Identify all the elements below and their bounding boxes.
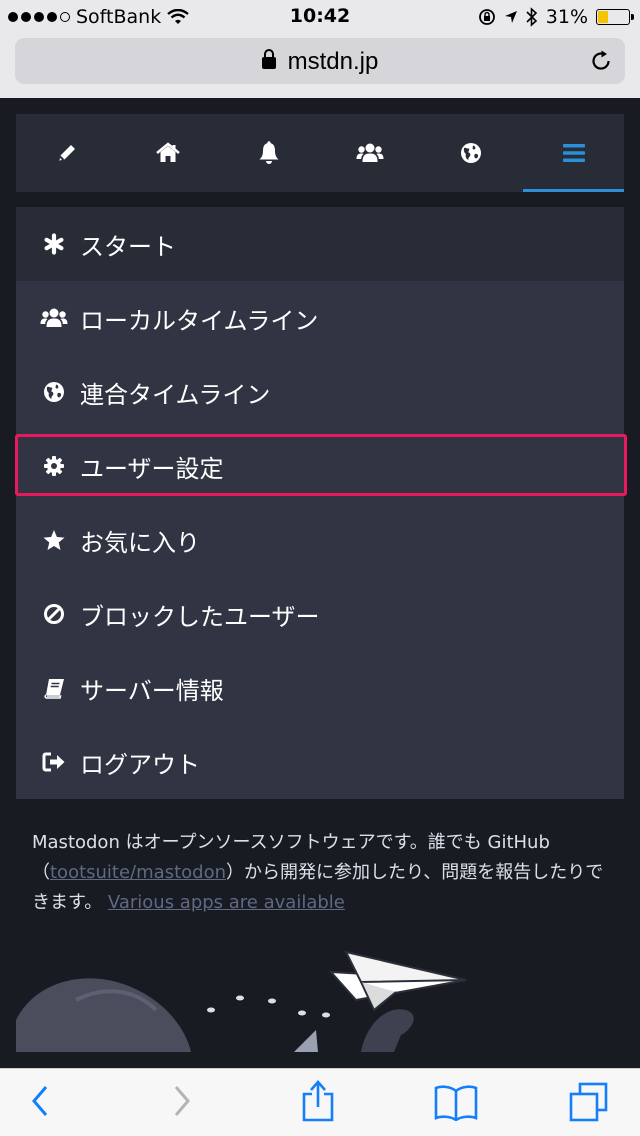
url-text: mstdn.jp (287, 48, 379, 75)
menu-item-label: スタート (80, 232, 176, 261)
menu-item-federated-timeline[interactable]: 連合タイムライン (16, 355, 624, 429)
menu-item-about[interactable]: サーバー情報 (16, 651, 624, 725)
nav-federated[interactable] (420, 114, 521, 192)
pencil-icon (58, 145, 75, 161)
book-icon (40, 674, 68, 702)
star-icon (40, 526, 68, 554)
nav-notifications[interactable] (218, 114, 319, 192)
menu-item-start: スタート (16, 207, 624, 281)
status-right: 31% (478, 6, 634, 28)
rotation-lock-icon (478, 9, 495, 25)
nav-home[interactable] (117, 114, 218, 192)
apps-link[interactable]: Various apps are available (108, 892, 345, 913)
battery-icon (596, 9, 634, 25)
sign-out-icon (40, 748, 68, 776)
globe-icon (40, 378, 68, 406)
url-display[interactable]: mstdn.jp (15, 48, 625, 76)
bars-icon (562, 144, 585, 162)
highlight-box (15, 434, 627, 496)
forward-icon[interactable] (170, 1083, 192, 1119)
location-icon (504, 11, 517, 23)
mastodon-nav (16, 114, 624, 192)
share-icon[interactable] (300, 1079, 336, 1123)
reload-icon[interactable] (589, 49, 613, 73)
bluetooth-icon (526, 7, 537, 27)
menu-item-blocks[interactable]: ブロックしたユーザー (16, 577, 624, 651)
browser-address-area: mstdn.jp (0, 34, 640, 98)
nav-compose[interactable] (16, 114, 117, 192)
getting-started-menu: スタート ローカルタイムライン 連合タイムライン ユーザー設定 お気に入り ブロ… (16, 207, 624, 799)
mascot-illustration (16, 940, 624, 1052)
users-icon (40, 304, 68, 332)
menu-item-favourites[interactable]: お気に入り (16, 503, 624, 577)
back-icon[interactable] (30, 1083, 52, 1119)
users-icon (356, 143, 383, 162)
nav-menu[interactable] (523, 114, 624, 192)
menu-item-logout[interactable]: ログアウト (16, 725, 624, 799)
menu-item-label: 連合タイムライン (80, 380, 271, 409)
menu-item-label: ブロックしたユーザー (80, 602, 320, 631)
tabs-icon[interactable] (568, 1081, 610, 1123)
footer-text: Mastodon はオープンソースソフトウェアです。誰でも GitHub（too… (32, 828, 612, 918)
asterisk-icon (40, 230, 68, 258)
battery-level (598, 11, 608, 23)
address-bar[interactable]: mstdn.jp (15, 38, 625, 84)
menu-item-label: ログアウト (80, 750, 200, 779)
nav-local[interactable] (319, 114, 420, 192)
browser-toolbar (0, 1068, 640, 1136)
home-icon (155, 142, 180, 162)
menu-item-label: ローカルタイムライン (80, 306, 319, 335)
status-bar: SoftBank 10:42 31% (0, 0, 640, 34)
menu-item-label: お気に入り (80, 528, 200, 557)
lock-icon (261, 49, 276, 69)
bookmarks-icon[interactable] (434, 1083, 478, 1121)
repo-link[interactable]: tootsuite/mastodon (50, 862, 226, 883)
globe-icon (460, 143, 481, 163)
menu-item-label: サーバー情報 (80, 676, 224, 705)
battery-percent: 31% (545, 6, 588, 28)
menu-item-local-timeline[interactable]: ローカルタイムライン (16, 281, 624, 355)
bell-icon (259, 141, 278, 164)
ban-icon (40, 600, 68, 628)
